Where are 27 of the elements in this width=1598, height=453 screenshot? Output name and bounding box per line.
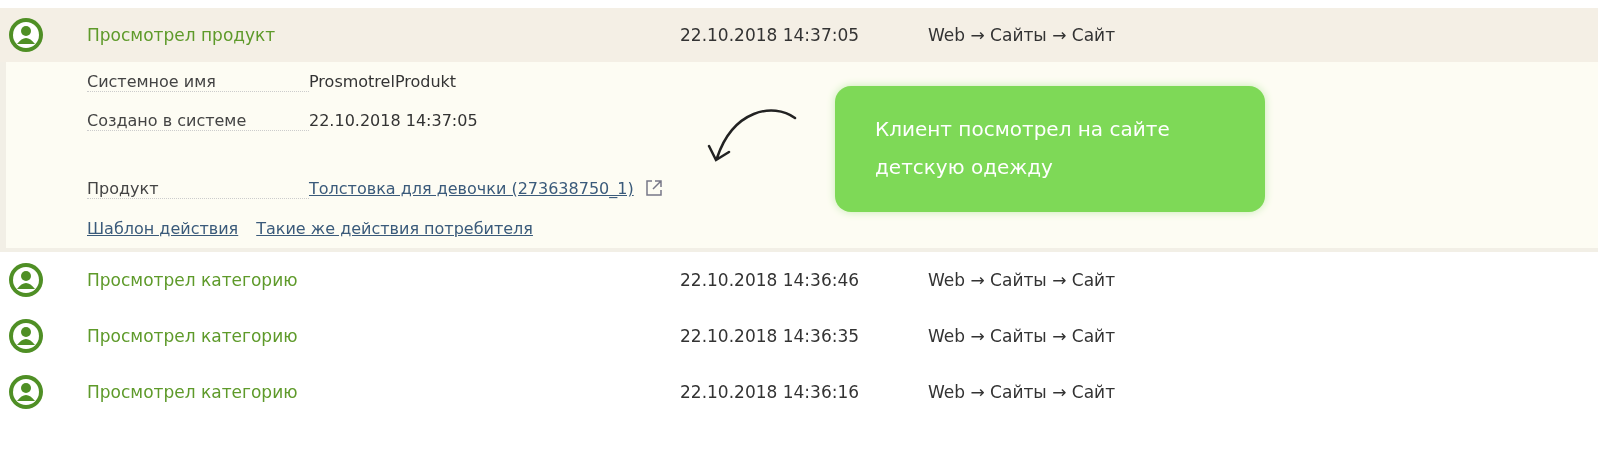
event-time: 22.10.2018 14:36:35 [680, 326, 861, 346]
product-link[interactable]: Толстовка для девочки (273638750_1) [309, 178, 634, 198]
user-avatar-icon [8, 318, 44, 354]
event-title: Просмотрел категорию [87, 326, 299, 346]
field-value: 22.10.2018 14:37:05 [309, 111, 479, 130]
field-label: Системное имя [87, 72, 309, 92]
external-link-icon[interactable] [643, 178, 664, 198]
field-value: ProsmotrelProdukt [309, 72, 458, 91]
event-time: 22.10.2018 14:36:16 [680, 382, 861, 402]
callout-note: Клиент посмотрел на сайте детскую одежду [835, 86, 1265, 212]
event-source: Web → Сайты → Сайт [928, 382, 1117, 402]
user-avatar-icon [8, 374, 44, 410]
event-source: Web → Сайты → Сайт [928, 326, 1117, 346]
event-source: Web → Сайты → Сайт [928, 25, 1117, 45]
action-link[interactable]: Шаблон действия [87, 219, 239, 238]
event-time: 22.10.2018 14:36:46 [680, 270, 861, 290]
user-avatar-icon [8, 17, 44, 53]
event-row[interactable]: Просмотрел продукт 22.10.2018 14:37:05 Web → Сайты → Сайт [0, 8, 1598, 62]
action-link[interactable]: Такие же действия потребителя [256, 219, 533, 238]
event-time: 22.10.2018 14:37:05 [680, 25, 861, 45]
event-source: Web → Сайты → Сайт [928, 270, 1117, 290]
event-title: Просмотрел категорию [87, 270, 299, 290]
event-title: Просмотрел категорию [87, 382, 299, 402]
user-avatar-icon [8, 262, 44, 298]
event-title: Просмотрел продукт [87, 25, 277, 45]
field-label: Продукт [87, 178, 309, 199]
field-label: Создано в системе [87, 111, 309, 131]
